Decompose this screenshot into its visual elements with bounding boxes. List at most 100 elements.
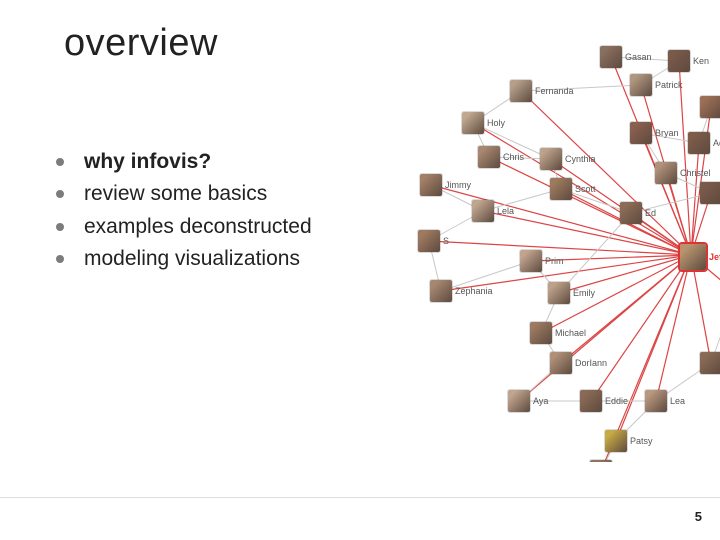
bullet-item: review some basics xyxy=(56,180,312,208)
network-node: Mark xyxy=(700,182,720,204)
network-node: Cynthia xyxy=(540,148,596,170)
network-node: Scott xyxy=(550,178,596,200)
avatar xyxy=(668,50,690,72)
node-label: Aya xyxy=(533,396,548,406)
avatar xyxy=(645,390,667,412)
avatar xyxy=(688,132,710,154)
bullet-icon xyxy=(56,223,64,231)
avatar xyxy=(430,280,452,302)
bullet-icon xyxy=(56,158,64,166)
avatar xyxy=(630,74,652,96)
page-number: 5 xyxy=(695,509,702,524)
slide-title: overview xyxy=(64,22,218,65)
bullet-text: examples deconstructed xyxy=(84,213,312,241)
avatar xyxy=(630,122,652,144)
network-node: Lea xyxy=(645,390,685,412)
node-label: Holy xyxy=(487,118,505,128)
network-node: Michael xyxy=(530,322,586,344)
avatar xyxy=(478,146,500,168)
avatar xyxy=(550,352,572,374)
node-label: Scott xyxy=(575,184,596,194)
network-node: Bryan xyxy=(630,122,679,144)
network-node: DorIann xyxy=(550,352,607,374)
bullet-text: review some basics xyxy=(84,180,267,208)
network-node: Prim xyxy=(520,250,564,272)
network-node: Fernanda xyxy=(510,80,574,102)
node-label: Fernanda xyxy=(535,86,574,96)
network-graphic: Gasan Ken Patrick Fernanda Joviette Holy Bryan… xyxy=(400,32,720,462)
network-node: Emily xyxy=(548,282,595,304)
bullet-list: why infovis? review some basics examples d… xyxy=(56,148,312,277)
bullet-item: modeling visualizations xyxy=(56,245,312,273)
avatar xyxy=(520,250,542,272)
node-label: Prim xyxy=(545,256,564,266)
bullet-text: modeling visualizations xyxy=(84,245,300,273)
avatar xyxy=(472,200,494,222)
avatar xyxy=(620,202,642,224)
network-node: Gasan xyxy=(600,46,652,68)
network-node: Christel xyxy=(655,162,711,184)
node-label: Zephania xyxy=(455,286,493,296)
network-node: Chris xyxy=(478,146,524,168)
node-label: Eddie xyxy=(605,396,628,406)
node-label: Ken xyxy=(693,56,709,66)
node-label: Adam xyxy=(713,138,720,148)
node-label: Jeff xyxy=(709,252,720,262)
network-node: Patrick xyxy=(630,74,683,96)
node-label: Cynthia xyxy=(565,154,596,164)
network-node: Jimmy xyxy=(420,174,471,196)
avatar xyxy=(600,46,622,68)
bullet-item: examples deconstructed xyxy=(56,213,312,241)
avatar xyxy=(700,96,720,118)
node-label: Patrick xyxy=(655,80,683,90)
node-label: Lea xyxy=(670,396,685,406)
avatar xyxy=(700,182,720,204)
node-label: Patsy xyxy=(630,436,653,446)
network-node: Leeh xyxy=(700,352,720,374)
avatar xyxy=(530,322,552,344)
bullet-icon xyxy=(56,255,64,263)
avatar xyxy=(550,178,572,200)
network-node: Zephania xyxy=(430,280,493,302)
footer-rule xyxy=(0,497,720,498)
bullet-icon xyxy=(56,190,64,198)
node-label: Ed xyxy=(645,208,656,218)
bullet-item: why infovis? xyxy=(56,148,312,176)
node-label: Emily xyxy=(573,288,595,298)
network-node: Adam xyxy=(688,132,720,154)
avatar xyxy=(548,282,570,304)
node-label: S xyxy=(443,236,449,246)
network-node: Joviette xyxy=(700,96,720,118)
network-node: Jeff xyxy=(680,244,720,270)
node-label: Lela xyxy=(497,206,514,216)
avatar xyxy=(510,80,532,102)
avatar xyxy=(508,390,530,412)
network-node: S xyxy=(418,230,449,252)
network-node: Ken xyxy=(668,50,709,72)
avatar xyxy=(655,162,677,184)
avatar xyxy=(580,390,602,412)
avatar xyxy=(418,230,440,252)
avatar xyxy=(590,460,612,462)
network-node: Patsy xyxy=(605,430,653,452)
avatar xyxy=(462,112,484,134)
network-node: Aya xyxy=(508,390,548,412)
avatar xyxy=(680,244,706,270)
avatar xyxy=(605,430,627,452)
node-label: Christel xyxy=(680,168,711,178)
node-label: Bryan xyxy=(655,128,679,138)
network-node: Ed xyxy=(620,202,656,224)
network-node: Lela xyxy=(472,200,514,222)
node-label: Chris xyxy=(503,152,524,162)
bullet-text: why infovis? xyxy=(84,148,211,176)
node-label: Michael xyxy=(555,328,586,338)
network-node: Eddie xyxy=(580,390,628,412)
avatar xyxy=(700,352,720,374)
node-label: DorIann xyxy=(575,358,607,368)
network-node xyxy=(590,460,612,462)
node-label: Jimmy xyxy=(445,180,471,190)
avatar xyxy=(540,148,562,170)
node-label: Gasan xyxy=(625,52,652,62)
network-node: Holy xyxy=(462,112,505,134)
avatar xyxy=(420,174,442,196)
